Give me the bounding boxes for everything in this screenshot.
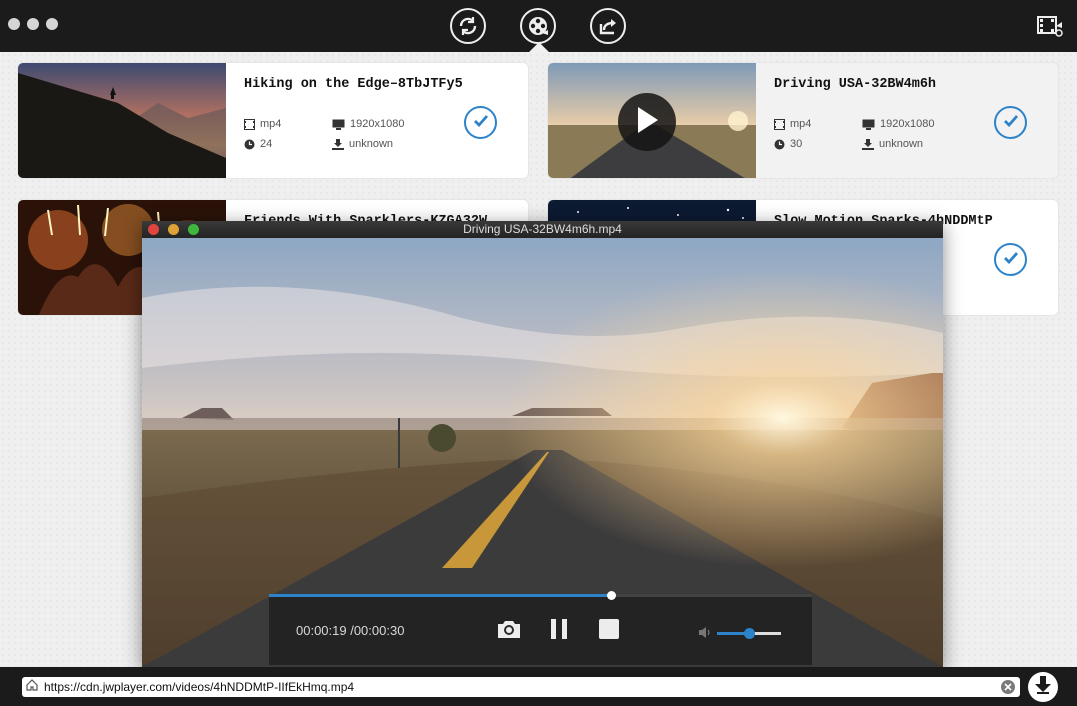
share-button[interactable]: [590, 8, 626, 44]
seek-bar[interactable]: [269, 591, 812, 600]
size-value: unknown: [879, 138, 924, 150]
checkmark-icon: [473, 114, 489, 132]
pause-icon: [550, 619, 568, 644]
playback-controls: 00:00:19 /00:00:30: [269, 591, 812, 665]
convert-button[interactable]: [450, 8, 486, 44]
url-bar: [0, 667, 1077, 706]
monitor-icon: [862, 119, 875, 130]
duration-meta: 30: [774, 138, 802, 150]
camera-icon: [496, 619, 522, 644]
url-input[interactable]: [42, 678, 992, 696]
video-frame[interactable]: 00:00:19 /00:00:30: [142, 238, 943, 667]
format-value: mp4: [790, 118, 812, 130]
video-card[interactable]: Hiking on the Edge–8TbJTFy5 mp4 1920x108…: [17, 62, 529, 179]
download-icon: [862, 138, 874, 150]
clear-icon: [1004, 678, 1012, 696]
format-value: mp4: [260, 118, 282, 130]
resolution-value: 1920x1080: [350, 118, 405, 130]
duration-value: 30: [790, 138, 803, 150]
clock-icon: [244, 139, 255, 150]
window-zoom-dot[interactable]: [46, 18, 58, 30]
video-list-icon: [1037, 16, 1063, 42]
url-field: [22, 677, 1020, 697]
size-meta: unknown: [862, 138, 923, 150]
stop-icon: [599, 619, 619, 644]
checkmark-button[interactable]: [994, 243, 1027, 276]
video-title: Hiking on the Edge–8TbJTFy5: [244, 77, 463, 92]
duration-value: 24: [260, 138, 273, 150]
volume-slider-handle[interactable]: [744, 628, 755, 639]
film-icon: [244, 118, 255, 130]
video-reel-icon: [526, 14, 550, 38]
window-minimize-dot[interactable]: [27, 18, 39, 30]
video-thumbnail: [18, 63, 226, 178]
checkmark-button[interactable]: [464, 106, 497, 139]
window-close-dot[interactable]: [8, 18, 20, 30]
format-meta: mp4: [244, 118, 281, 130]
clear-url-button[interactable]: [1001, 680, 1015, 694]
checkmark-icon: [1003, 251, 1019, 269]
duration-meta: 24: [244, 138, 272, 150]
download-button[interactable]: [1028, 672, 1058, 702]
seek-bar-handle[interactable]: [607, 591, 617, 600]
snapshot-button[interactable]: [496, 619, 522, 644]
video-thumbnail: [548, 63, 756, 178]
resolution-value: 1920x1080: [880, 118, 935, 130]
video-reel-button[interactable]: [520, 8, 556, 44]
home-icon: [26, 678, 38, 696]
format-meta: mp4: [774, 118, 811, 130]
convert-icon: [457, 15, 479, 37]
player-minimize-button[interactable]: [168, 224, 179, 235]
player-title: Driving USA-32BW4m6h.mp4: [463, 222, 622, 236]
download-arrow-icon: [1035, 675, 1051, 699]
video-card-selected[interactable]: Driving USA-32BW4m6h mp4 1920x1080 30 un…: [547, 62, 1059, 179]
size-meta: unknown: [332, 138, 393, 150]
size-value: unknown: [349, 138, 394, 150]
clock-icon: [774, 139, 785, 150]
player-close-button[interactable]: [148, 224, 159, 235]
player-titlebar: Driving USA-32BW4m6h.mp4: [142, 221, 943, 238]
speaker-icon: [699, 625, 712, 643]
resolution-meta: 1920x1080: [862, 118, 934, 130]
video-list-button[interactable]: [1037, 14, 1063, 43]
monitor-icon: [332, 119, 345, 130]
film-icon: [774, 118, 785, 130]
share-icon: [597, 15, 619, 37]
volume-slider[interactable]: [717, 628, 781, 639]
checkmark-button[interactable]: [994, 106, 1027, 139]
stop-button[interactable]: [599, 619, 619, 644]
volume-button[interactable]: [699, 625, 712, 643]
video-player-window: Driving USA-32BW4m6h.mp4 00:00:19 /00:00…: [142, 221, 943, 667]
play-icon: [634, 106, 660, 139]
checkmark-icon: [1003, 114, 1019, 132]
time-readout: 00:00:19 /00:00:30: [296, 623, 405, 638]
seek-bar-fill: [269, 594, 612, 597]
play-button[interactable]: [618, 93, 676, 151]
resolution-meta: 1920x1080: [332, 118, 404, 130]
top-toolbar: [0, 0, 1077, 62]
video-title: Driving USA-32BW4m6h: [774, 77, 937, 92]
player-zoom-button[interactable]: [188, 224, 199, 235]
pause-button[interactable]: [550, 619, 568, 644]
download-icon: [332, 138, 344, 150]
